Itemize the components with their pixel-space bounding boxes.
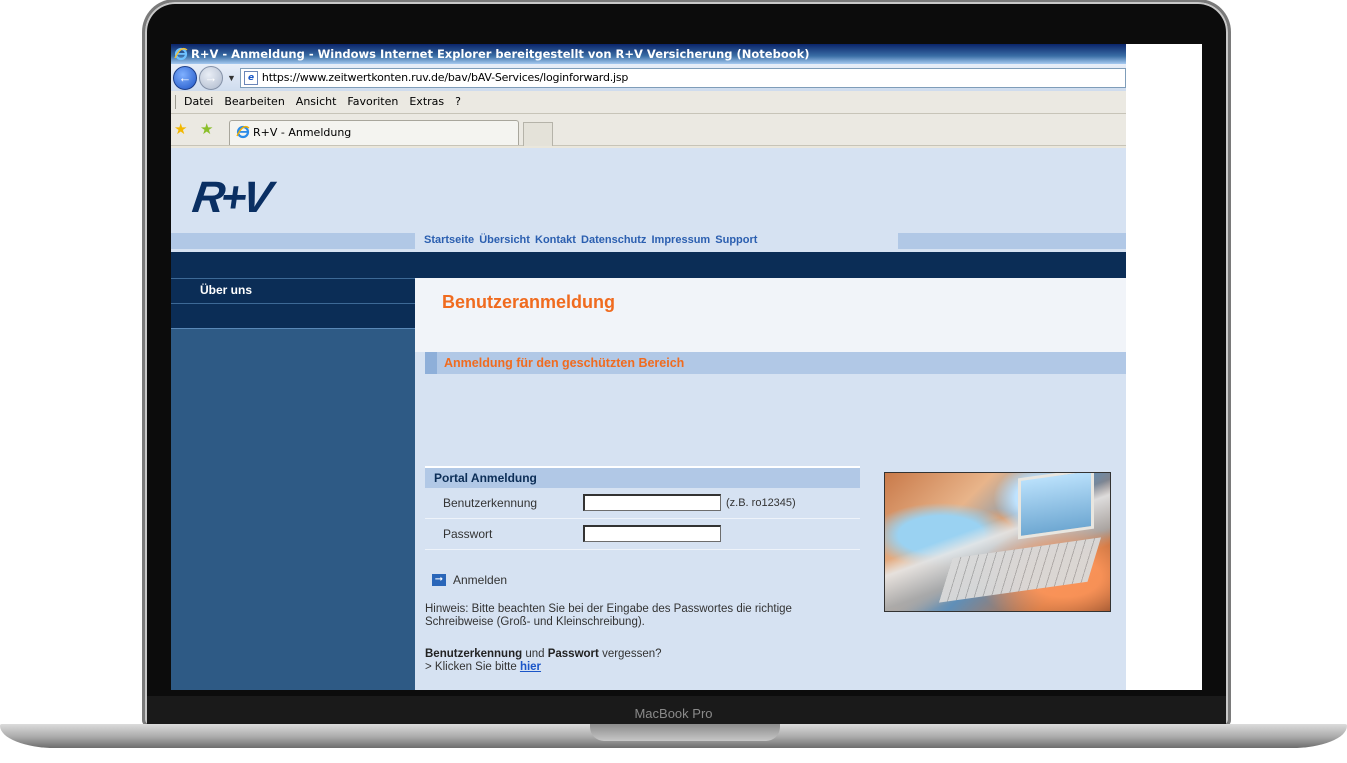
url-field[interactable]: e https://www.zeitwertkonten.ruv.de/bav/… [239, 67, 1126, 88]
nav-uebersicht[interactable]: Übersicht [479, 234, 530, 246]
login-button[interactable]: ➞ Anmelden [432, 573, 507, 587]
title-zone: Benutzeranmeldung [415, 278, 1126, 352]
password-row: Passwort [425, 519, 860, 550]
click-prefix: > Klicken Sie bitte [425, 661, 517, 673]
nav-datenschutz[interactable]: Datenschutz [581, 234, 646, 246]
top-navigation: Startseite Übersicht Kontakt Datenschutz… [424, 234, 759, 246]
laptop-screen: R+V - Anmeldung - Windows Internet Explo… [171, 44, 1202, 690]
sidebar-item-ueber-uns[interactable]: Über uns [171, 278, 415, 303]
forgot-link[interactable]: hier [520, 661, 541, 673]
menu-bar: Datei Bearbeiten Ansicht Favoriten Extras? [171, 91, 1126, 114]
back-icon[interactable]: ← [173, 65, 197, 90]
login-button-label[interactable]: Anmelden [453, 573, 507, 587]
password-hint-note: Hinweis: Bitte beachten Sie bei der Eing… [425, 603, 792, 628]
laptop-notch [590, 724, 780, 741]
username-label: Benutzerkennung [443, 496, 538, 510]
page-icon: e [243, 70, 258, 85]
url-text: https://www.zeitwertkonten.ruv.de/bav/bA… [261, 71, 629, 84]
header-dark-bar [171, 252, 1126, 278]
password-label: Passwort [443, 527, 493, 541]
office-photo [884, 472, 1111, 612]
sidebar: Über uns [171, 278, 415, 690]
menu-datei[interactable]: Datei [184, 95, 213, 108]
arrow-right-icon[interactable]: ➞ [432, 574, 446, 586]
site-logo[interactable]: R+V [190, 173, 272, 222]
window-titlebar: R+V - Anmeldung - Windows Internet Explo… [171, 44, 1126, 64]
ie-logo-icon [174, 47, 188, 61]
page-title: Benutzeranmeldung [442, 292, 616, 312]
address-bar: ← → ▼ e https://www.zeitwertkonten.ruv.d… [171, 64, 1126, 91]
password-input[interactable] [583, 525, 721, 542]
new-tab-button[interactable] [523, 122, 553, 146]
browser-window: R+V - Anmeldung - Windows Internet Explo… [171, 44, 1126, 690]
tab-title: R+V - Anmeldung [253, 126, 352, 139]
tab-active[interactable]: R+V - Anmeldung [229, 120, 519, 145]
menu-ansicht[interactable]: Ansicht [296, 95, 337, 108]
nav-startseite[interactable]: Startseite [424, 234, 474, 246]
nav-strip-left [171, 233, 415, 249]
sidebar-subbar [171, 303, 415, 329]
username-hint: (z.B. ro12345) [726, 497, 796, 509]
portal-login-heading: Portal Anmeldung [425, 466, 860, 488]
forgot-user-label: Benutzerkennung [425, 648, 523, 660]
photo-keyboard [938, 537, 1102, 603]
toolbar-grip [175, 95, 178, 109]
tab-bar: ★ ★ R+V - Anmeldung [171, 114, 1126, 146]
menu-favoriten[interactable]: Favoriten [347, 95, 398, 108]
menu-bearbeiten[interactable]: Bearbeiten [224, 95, 284, 108]
window-title: R+V - Anmeldung - Windows Internet Explo… [191, 47, 810, 61]
history-dropdown-icon[interactable]: ▼ [227, 73, 236, 83]
username-input[interactable] [583, 494, 721, 511]
nav-support[interactable]: Support [715, 234, 757, 246]
forgot-and: und [525, 648, 545, 660]
forgot-credentials: Benutzerkennung und Passwort vergessen? … [425, 648, 855, 674]
menu-help[interactable]: ? [455, 95, 461, 108]
forgot-pass-label: Passwort [547, 648, 599, 660]
section-heading: Anmeldung für den geschützten Bereich [425, 352, 1126, 374]
site-header: R+V Startseite Übersicht Kontakt Datensc… [171, 148, 1126, 256]
nav-impressum[interactable]: Impressum [652, 234, 711, 246]
device-brand-label: MacBook Pro [634, 706, 713, 721]
web-page: R+V Startseite Übersicht Kontakt Datensc… [171, 148, 1126, 690]
nav-kontakt[interactable]: Kontakt [535, 234, 576, 246]
username-row: Benutzerkennung (z.B. ro12345) [425, 488, 860, 519]
tab-ie-icon [236, 125, 250, 139]
main-content: Benutzeranmeldung Anmeldung für den gesc… [415, 278, 1126, 690]
forgot-suffix: vergessen? [602, 648, 662, 660]
photo-monitor [1018, 473, 1094, 540]
forward-icon[interactable]: → [199, 65, 223, 90]
menu-extras[interactable]: Extras [409, 95, 444, 108]
nav-strip-right [898, 233, 1126, 249]
add-favorite-icon[interactable]: ★ [200, 120, 213, 138]
favorites-star-icon[interactable]: ★ [174, 120, 187, 138]
